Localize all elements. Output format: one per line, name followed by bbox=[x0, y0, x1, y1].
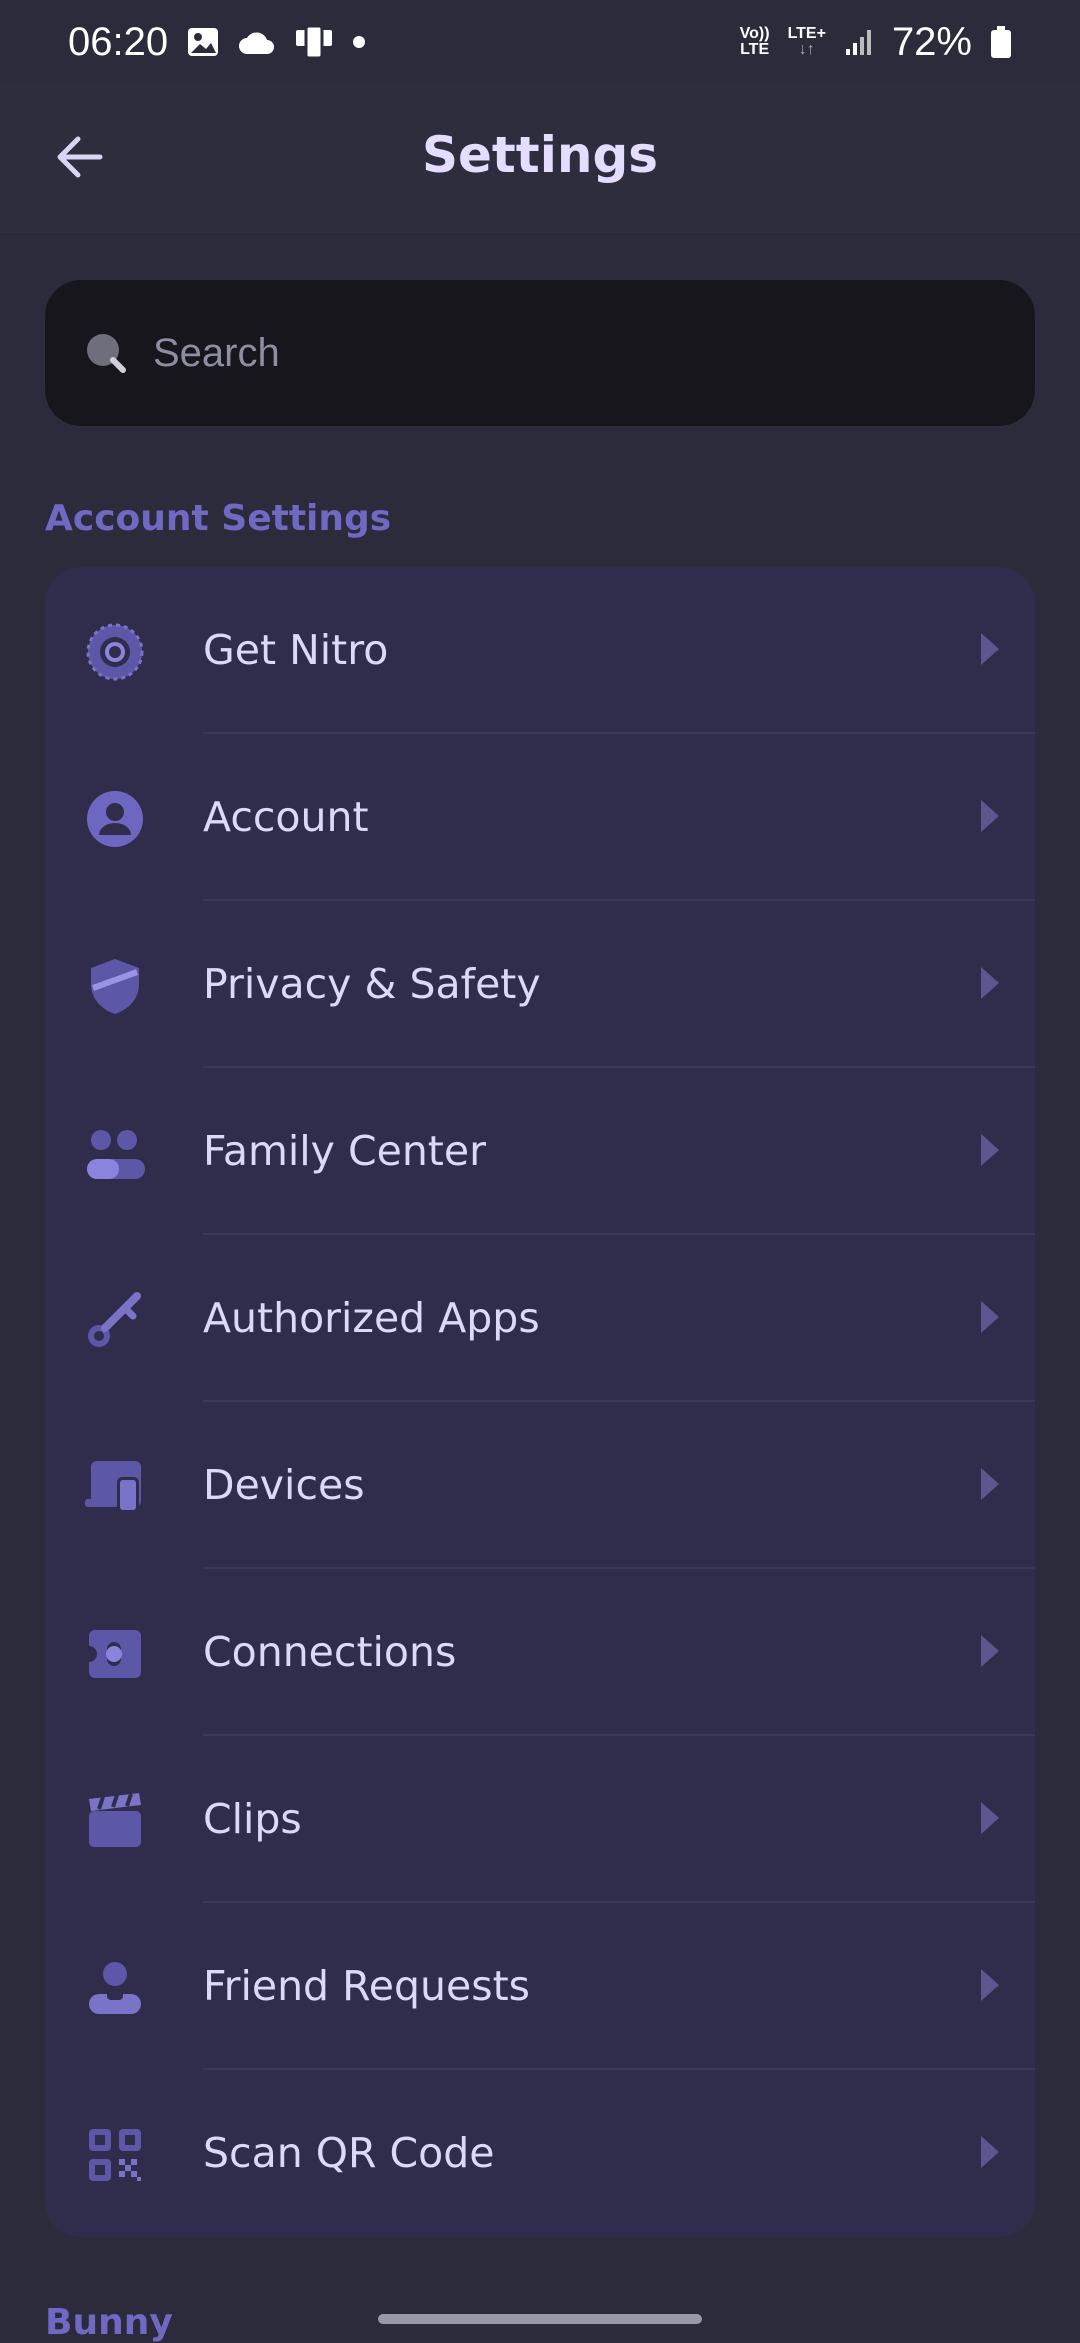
battery-percent: 72% bbox=[891, 19, 972, 64]
data-arrows-icon: ↓↑ bbox=[798, 41, 815, 58]
cloud-icon bbox=[238, 28, 276, 56]
screen-mirror-icon bbox=[294, 24, 334, 60]
chevron-right-icon bbox=[981, 1134, 999, 1166]
shield-icon bbox=[85, 956, 145, 1016]
chevron-right-icon bbox=[981, 633, 999, 665]
settings-item-privacy-safety[interactable]: Privacy & Safety bbox=[45, 901, 1035, 1068]
settings-item-family-center[interactable]: Family Center bbox=[45, 1068, 1035, 1235]
settings-item-label: Account bbox=[203, 793, 369, 841]
account-icon bbox=[85, 789, 145, 849]
friend-icon bbox=[85, 1958, 145, 2018]
lte-plus-text: LTE+ bbox=[787, 25, 826, 42]
key-icon bbox=[85, 1290, 145, 1350]
settings-item-get-nitro[interactable]: Get Nitro bbox=[45, 567, 1035, 734]
settings-item-friend-requests[interactable]: Friend Requests bbox=[45, 1903, 1035, 2070]
settings-item-label: Family Center bbox=[203, 1127, 486, 1175]
gallery-icon bbox=[186, 25, 220, 59]
section-title-next: Bunny bbox=[45, 2302, 173, 2343]
status-bar-right: Vo)) LTE LTE+ ↓↑ 72% bbox=[740, 20, 1012, 65]
settings-item-devices[interactable]: Devices bbox=[45, 1402, 1035, 1569]
settings-item-label: Clips bbox=[203, 1795, 302, 1843]
status-bar-left: 06:20 bbox=[68, 20, 366, 65]
search-bar[interactable] bbox=[45, 280, 1035, 426]
settings-item-label: Authorized Apps bbox=[203, 1294, 540, 1342]
qr-code-icon bbox=[85, 2125, 145, 2185]
volte-bottom-text: LTE bbox=[740, 41, 770, 58]
chevron-right-icon bbox=[981, 967, 999, 999]
chevron-right-icon bbox=[981, 2136, 999, 2168]
volte-indicator: Vo)) LTE bbox=[740, 26, 770, 58]
family-icon bbox=[85, 1123, 145, 1183]
settings-item-label: Devices bbox=[203, 1461, 365, 1509]
settings-item-label: Connections bbox=[203, 1628, 457, 1676]
chevron-right-icon bbox=[981, 800, 999, 832]
settings-item-authorized-apps[interactable]: Authorized Apps bbox=[45, 1235, 1035, 1402]
nitro-icon bbox=[85, 622, 145, 682]
home-indicator[interactable] bbox=[378, 2314, 702, 2324]
chevron-right-icon bbox=[981, 1969, 999, 2001]
signal-icon bbox=[844, 27, 874, 57]
clapperboard-icon bbox=[85, 1791, 145, 1851]
notification-dot-icon bbox=[352, 35, 366, 49]
search-icon bbox=[87, 334, 126, 373]
settings-item-label: Get Nitro bbox=[203, 626, 389, 674]
search-input[interactable] bbox=[151, 329, 975, 377]
puzzle-icon bbox=[85, 1624, 145, 1684]
settings-item-label: Scan QR Code bbox=[203, 2129, 495, 2177]
chevron-right-icon bbox=[981, 1635, 999, 1667]
chevron-right-icon bbox=[981, 1468, 999, 1500]
section-title-account-settings: Account Settings bbox=[45, 498, 392, 539]
settings-item-clips[interactable]: Clips bbox=[45, 1736, 1035, 1903]
volte-top-text: Vo)) bbox=[739, 25, 770, 42]
status-bar: 06:20 Vo)) LTE LTE+ ↓↑ 72% bbox=[0, 0, 1080, 84]
devices-icon bbox=[85, 1457, 145, 1517]
chevron-right-icon bbox=[981, 1802, 999, 1834]
settings-item-label: Privacy & Safety bbox=[203, 960, 541, 1008]
settings-item-account[interactable]: Account bbox=[45, 734, 1035, 901]
network-type: LTE+ ↓↑ bbox=[788, 26, 826, 58]
battery-icon bbox=[990, 25, 1012, 59]
page-title: Settings bbox=[421, 126, 658, 184]
settings-item-connections[interactable]: Connections bbox=[45, 1569, 1035, 1736]
app-header: Settings bbox=[0, 84, 1080, 235]
status-time: 06:20 bbox=[68, 19, 169, 64]
chevron-right-icon bbox=[981, 1301, 999, 1333]
settings-item-label: Friend Requests bbox=[203, 1962, 531, 2010]
settings-item-scan-qr-code[interactable]: Scan QR Code bbox=[45, 2070, 1035, 2237]
account-settings-list: Get Nitro Account Privacy & Safety Famil… bbox=[45, 567, 1035, 2237]
